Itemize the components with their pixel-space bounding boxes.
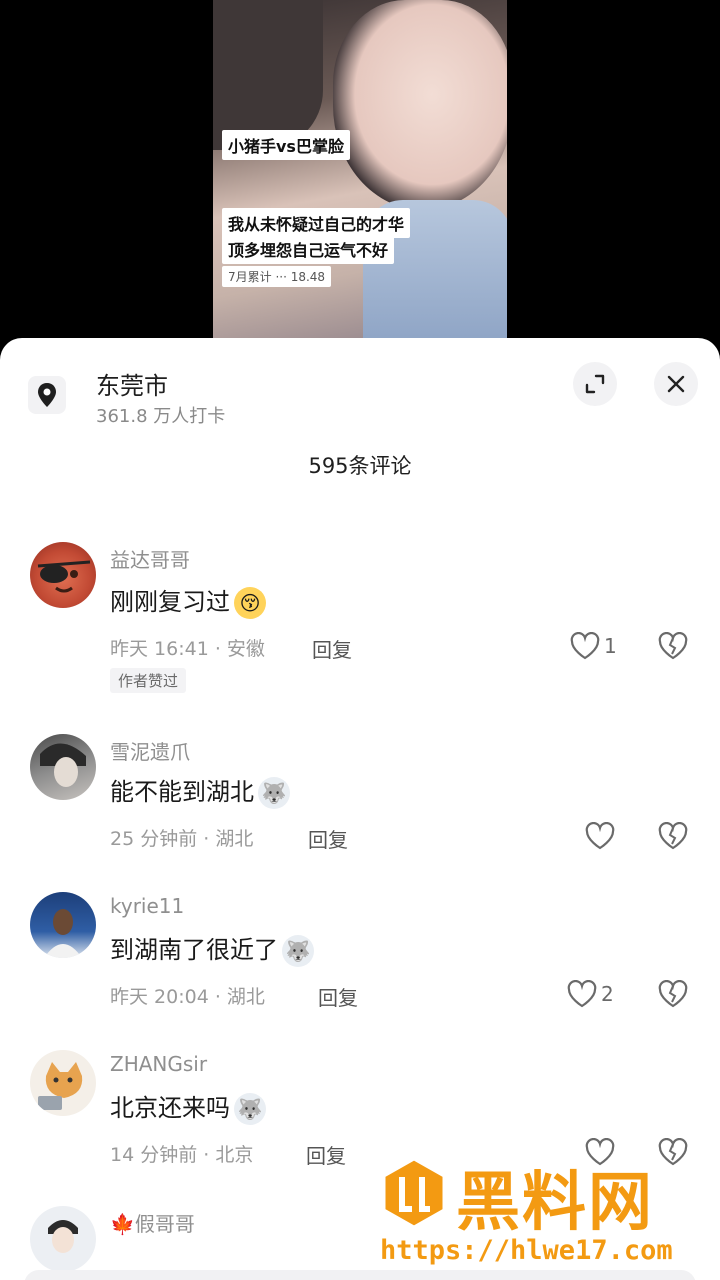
comment-username[interactable]: kyrie11 <box>110 894 184 918</box>
video-caption-title: 小猪手vs巴掌脸 <box>222 130 350 160</box>
watermark: 黑料网 https://hlwe17.com <box>378 1155 708 1275</box>
reply-button[interactable]: 回复 <box>308 824 348 853</box>
comment-body: 刚刚复习过 <box>110 588 230 616</box>
expand-button[interactable] <box>573 362 617 406</box>
avatar[interactable] <box>30 1050 96 1116</box>
broken-heart-icon <box>658 821 688 850</box>
comment-body: 到湖南了很近了 <box>110 936 278 964</box>
watermark-url: https://hlwe17.com <box>380 1235 673 1266</box>
reply-button[interactable]: 回复 <box>306 1140 346 1169</box>
avatar[interactable] <box>30 892 96 958</box>
blurred-person <box>213 0 323 150</box>
maple-leaf-icon: 🍁 <box>110 1212 135 1236</box>
close-button[interactable] <box>654 362 698 406</box>
dog-emoji-icon: 🐺 <box>282 935 314 967</box>
comment-username[interactable]: ZHANGsir <box>110 1052 207 1076</box>
comment-text: 到湖南了很近了 🐺 <box>110 930 314 967</box>
video-caption-stats: 7月累计 ··· 18.48 <box>222 266 332 287</box>
reply-button[interactable]: 回复 <box>312 634 352 663</box>
comment-meta: 14 分钟前 · 北京 <box>110 1144 254 1166</box>
close-icon <box>667 375 685 393</box>
avatar[interactable] <box>30 1206 96 1272</box>
heart-icon <box>570 632 600 660</box>
location-name[interactable]: 东莞市 <box>96 366 168 401</box>
like-button[interactable] <box>585 822 615 850</box>
broken-heart-icon <box>658 979 688 1008</box>
like-button[interactable]: 1 <box>570 632 617 660</box>
comment-count: 595条评论 <box>308 454 412 478</box>
expand-icon <box>585 374 605 394</box>
reply-button[interactable]: 回复 <box>318 982 358 1011</box>
avatar[interactable] <box>30 734 96 800</box>
comment-text: 能不能到湖北 🐺 <box>110 772 290 809</box>
watermark-title: 黑料网 <box>456 1166 654 1240</box>
dislike-button[interactable] <box>658 631 688 664</box>
location-pin-icon[interactable] <box>28 376 66 414</box>
kiss-emoji-icon: 😚 <box>234 587 266 619</box>
video-subject <box>333 0 507 210</box>
dislike-button[interactable] <box>658 979 688 1012</box>
comment-meta: 昨天 20:04 · 湖北 <box>110 986 265 1008</box>
comment-username[interactable]: 🍁假哥哥 <box>110 1208 195 1237</box>
location-checkins: 361.8 万人打卡 <box>96 406 226 427</box>
heart-icon <box>567 980 597 1008</box>
author-liked-badge: 作者赞过 <box>110 668 187 693</box>
video-caption-line2: 顶多埋怨自己运气不好 <box>222 234 395 264</box>
comment-meta: 昨天 16:41 · 安徽 <box>110 638 265 660</box>
dog-emoji-icon: 🐺 <box>258 777 290 809</box>
dislike-button[interactable] <box>658 821 688 854</box>
broken-heart-icon <box>658 631 688 660</box>
avatar[interactable] <box>30 542 96 608</box>
comment-body: 北京还来吗 <box>110 1094 230 1122</box>
comment-meta: 25 分钟前 · 湖北 <box>110 828 254 850</box>
comment-username-text: 假哥哥 <box>134 1212 195 1236</box>
comment-text: 刚刚复习过 😚 <box>110 582 266 619</box>
video-frame[interactable] <box>213 0 507 345</box>
heart-icon <box>585 822 615 850</box>
like-count: 1 <box>604 634 617 658</box>
like-count: 2 <box>601 982 614 1006</box>
video-player[interactable]: 小猪手vs巴掌脸 我从未怀疑过自己的才华 顶多埋怨自己运气不好 7月累计 ···… <box>0 0 720 345</box>
comment-body: 能不能到湖北 <box>110 778 254 806</box>
dog-emoji-icon: 🐺 <box>234 1093 266 1125</box>
watermark-logo-icon <box>382 1157 446 1229</box>
comment-sheet: 东莞市 361.8 万人打卡 595条评论 益达哥哥 刚刚复习过 😚 昨天 16:… <box>0 338 720 1280</box>
comment-username[interactable]: 益达哥哥 <box>110 544 190 573</box>
comment-username[interactable]: 雪泥遗爪 <box>110 736 190 765</box>
like-button[interactable]: 2 <box>567 980 614 1008</box>
comment-text: 北京还来吗 🐺 <box>110 1088 266 1125</box>
